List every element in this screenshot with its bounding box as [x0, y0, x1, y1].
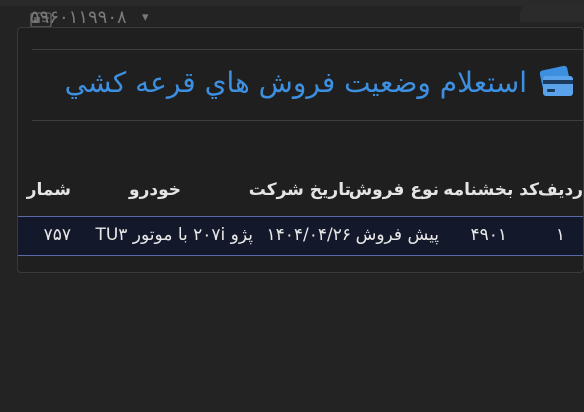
cell-row-number: ۱ [555, 225, 565, 245]
header-number[interactable]: شمار [27, 180, 71, 200]
card-header: استعلام وضعيت فروش هاي قرعه کشي [18, 56, 583, 112]
national-id-dropdown[interactable]: ۵۹۶۰۱۱۹۹۰۸ [30, 7, 127, 29]
header-car[interactable]: خودرو [129, 180, 181, 200]
cell-circular-code: ۴۹۰۱ [470, 225, 507, 245]
top-right-tab[interactable] [520, 4, 584, 22]
header-row-number[interactable]: رديف [538, 180, 583, 200]
divider [32, 120, 583, 121]
cell-number: ۷۵۷ [43, 225, 71, 245]
credit-card-icon [539, 65, 573, 96]
header-circular-code[interactable]: کد بخشنامه [443, 180, 539, 200]
page-title: استعلام وضعيت فروش هاي قرعه کشي [64, 66, 527, 99]
national-id-value: ۵۹۶۰۱۱۹۹۰۸ [30, 7, 127, 28]
cell-sale-type: پيش فروش [355, 225, 439, 245]
cell-registration-date: ۱۴۰۴/۰۴/۲۶ [266, 225, 351, 245]
sales-table: رديف کد بخشنامه نوع فروش تاريخ شرکت خودر… [18, 176, 583, 256]
chevron-down-icon[interactable]: ▾ [142, 10, 149, 25]
header-registration-date[interactable]: تاريخ شرکت [249, 180, 351, 200]
header-sale-type[interactable]: نوع فروش [349, 180, 439, 200]
top-edge [0, 0, 584, 6]
table-row[interactable]: ۱ ۴۹۰۱ پيش فروش ۱۴۰۴/۰۴/۲۶ پژو ۲۰۷i با م… [18, 216, 583, 256]
app-screen: ۵۹۶۰۱۱۹۹۰۸ ▾ استعلام وضعيت فروش هاي قرعه… [0, 0, 584, 412]
lottery-sales-card: استعلام وضعيت فروش هاي قرعه کشي رديف کد … [17, 27, 584, 273]
table-header: رديف کد بخشنامه نوع فروش تاريخ شرکت خودر… [18, 176, 583, 212]
divider [32, 49, 583, 50]
cell-car: پژو ۲۰۷i با موتور TU۳ [95, 225, 253, 245]
